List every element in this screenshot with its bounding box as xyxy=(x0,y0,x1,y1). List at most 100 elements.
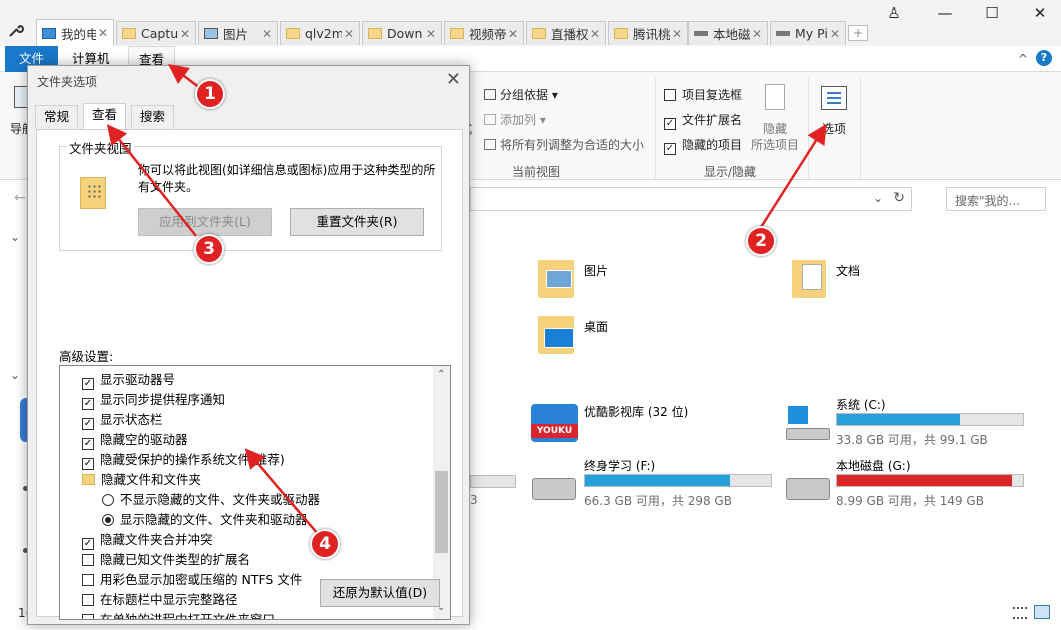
options-button[interactable]: 选项 xyxy=(822,120,846,137)
search-input[interactable]: 搜索"我的... xyxy=(955,192,1020,209)
setting-color-ntfs[interactable]: 用彩色显示加密或压缩的 NTFS 文件 xyxy=(82,570,302,590)
close-icon[interactable]: ✕ xyxy=(342,27,354,41)
scroll-up-icon[interactable]: ⌃ xyxy=(437,369,445,380)
restore-defaults-button[interactable]: 还原为默认值(D) xyxy=(320,579,440,607)
drive-f[interactable]: 终身学习 (F:) xyxy=(584,457,655,474)
help-icon[interactable]: ? xyxy=(1036,50,1052,66)
checkbox[interactable] xyxy=(82,574,94,586)
tab-my-pi[interactable]: My Pi ✕ xyxy=(770,21,846,45)
close-icon[interactable]: ✕ xyxy=(260,27,272,41)
maximize-button[interactable]: ☐ xyxy=(981,4,1003,22)
checkbox-checked[interactable]: ✓ xyxy=(82,418,94,430)
minimize-button[interactable]: — xyxy=(934,4,956,22)
checkbox-checked[interactable]: ✓ xyxy=(82,458,94,470)
options-icon[interactable] xyxy=(821,86,847,110)
checkbox[interactable] xyxy=(82,594,94,606)
hard-drive-icon xyxy=(786,478,830,500)
folder-icon xyxy=(614,28,628,39)
hide-button[interactable]: 隐藏 xyxy=(763,120,787,137)
folder-desktop-icon xyxy=(538,316,574,354)
drive-g[interactable]: 本地磁盘 (G:) xyxy=(836,457,911,474)
chevron-down-icon[interactable]: ⌄ xyxy=(873,191,883,205)
checkbox-checked[interactable]: ✓ xyxy=(664,118,676,130)
tab-general[interactable]: 常规 xyxy=(35,105,79,129)
drive-c-usage-bar xyxy=(836,413,1024,426)
dialog-close-button[interactable]: ✕ xyxy=(446,69,461,90)
tab-search[interactable]: 搜索 xyxy=(131,105,175,129)
folder-pictures[interactable]: 图片 xyxy=(584,262,608,279)
wrench-icon[interactable] xyxy=(8,22,24,38)
chevron-down-icon[interactable]: ⌄ xyxy=(10,230,20,244)
setting-show-status-bar[interactable]: ✓ 显示状态栏 xyxy=(82,410,163,430)
close-icon[interactable]: ✕ xyxy=(828,27,840,41)
close-icon[interactable]: ✕ xyxy=(424,27,436,41)
item-checkbox-toggle[interactable]: 项目复选框 xyxy=(664,86,742,103)
setting-show-hidden[interactable]: 显示隐藏的文件、文件夹和驱动器 xyxy=(102,510,308,530)
setting-hide-known-extensions[interactable]: 隐藏已知文件类型的扩展名 xyxy=(82,550,250,570)
close-icon[interactable]: ✕ xyxy=(750,27,762,41)
apply-to-folders-button[interactable]: 应用到文件夹(L) xyxy=(138,208,272,236)
folder-desktop[interactable]: 桌面 xyxy=(584,318,608,335)
drive-g-usage-bar xyxy=(836,474,1024,487)
fit-columns-button[interactable]: 将所有列调整为合适的大小 xyxy=(484,136,644,153)
tab-local-disk[interactable]: 本地磁 ✕ xyxy=(688,21,768,45)
hidden-items-toggle[interactable]: ✓ 隐藏的项目 xyxy=(664,136,742,155)
tab-images[interactable]: 图片 ✕ xyxy=(198,21,278,45)
group-by-button[interactable]: 分组依据 ▾ xyxy=(484,86,558,103)
checkbox-checked[interactable]: ✓ xyxy=(664,143,676,155)
radio-button[interactable] xyxy=(102,494,114,506)
checkbox[interactable] xyxy=(82,554,94,566)
tab-my-computer[interactable]: 我的电 ✕ xyxy=(36,19,114,46)
chevron-up-icon[interactable]: ^ xyxy=(1018,52,1028,66)
scrollbar-thumb[interactable] xyxy=(435,471,448,553)
setting-hide-merge-conflicts[interactable]: ✓ 隐藏文件夹合并冲突 xyxy=(82,530,213,550)
tab-downloads[interactable]: Down ✕ xyxy=(362,21,442,45)
drive-c[interactable]: 系统 (C:) xyxy=(836,396,886,413)
setting-show-sync-notifications[interactable]: ✓ 显示同步提供程序通知 xyxy=(82,390,225,410)
setting-hide-empty-drives[interactable]: ✓ 隐藏空的驱动器 xyxy=(82,430,188,450)
checkbox-checked[interactable]: ✓ xyxy=(82,378,94,390)
checkbox-checked[interactable]: ✓ xyxy=(82,438,94,450)
checkbox[interactable] xyxy=(82,614,94,619)
setting-show-drive-letters[interactable]: ✓ 显示驱动器号 xyxy=(82,370,175,390)
setting-full-path-title[interactable]: 在标题栏中显示完整路径 xyxy=(82,590,238,610)
address-bar[interactable]: ⌄ ↻ xyxy=(470,187,912,211)
setting-dont-show-hidden[interactable]: 不显示隐藏的文件、文件夹或驱动器 xyxy=(102,490,320,510)
search-box[interactable]: 搜索"我的... xyxy=(946,187,1046,211)
annotation-marker-3: 3 xyxy=(194,234,224,264)
close-icon[interactable]: ✕ xyxy=(670,27,682,41)
file-ext-toggle[interactable]: ✓ 文件扩展名 xyxy=(664,111,742,130)
back-arrow-icon[interactable]: ← xyxy=(14,190,26,206)
checkbox-checked[interactable]: ✓ xyxy=(82,398,94,410)
tab-video[interactable]: 视频帝 ✕ xyxy=(444,21,524,45)
drive-youku[interactable]: 优酷影视库 (32 位) xyxy=(584,403,688,420)
close-icon[interactable]: ✕ xyxy=(178,27,190,41)
selected-items-label: 所选项目 xyxy=(751,138,800,152)
tab-captu[interactable]: Captu ✕ xyxy=(116,21,196,45)
chevron-down-icon[interactable]: ⌄ xyxy=(10,368,20,382)
tab-live[interactable]: 直播权 ✕ xyxy=(526,21,606,45)
folder-documents[interactable]: 文档 xyxy=(836,262,860,279)
details-view-icon[interactable] xyxy=(1013,607,1027,619)
tab-view[interactable]: 查看 xyxy=(83,103,127,131)
setting-hide-protected-os-files[interactable]: ✓ 隐藏受保护的操作系统文件(推荐) xyxy=(82,450,285,470)
setting-separate-process[interactable]: 在单独的进程中打开文件夹窗口 xyxy=(82,610,275,619)
new-tab-button[interactable]: + xyxy=(848,25,868,41)
close-window-button[interactable]: ✕ xyxy=(1029,4,1051,22)
annotation-marker-4: 4 xyxy=(310,529,340,559)
large-icons-view-icon[interactable] xyxy=(1034,605,1050,619)
tab-qlv2m[interactable]: qlv2m ✕ xyxy=(280,21,360,45)
annotation-marker-1: 1 xyxy=(195,79,225,109)
ribbon-divider xyxy=(860,78,861,178)
close-icon[interactable]: ✕ xyxy=(96,26,108,40)
refresh-icon[interactable]: ↻ xyxy=(893,190,905,206)
checkbox[interactable] xyxy=(664,89,676,101)
add-column-button[interactable]: 添加列 ▾ xyxy=(484,111,546,128)
close-icon[interactable]: ✕ xyxy=(588,27,600,41)
radio-button-selected[interactable] xyxy=(102,514,114,526)
checkbox-checked[interactable]: ✓ xyxy=(82,538,94,550)
reset-folders-button[interactable]: 重置文件夹(R) xyxy=(290,208,424,236)
close-icon[interactable]: ✕ xyxy=(506,27,518,41)
user-icon[interactable]: ♙ xyxy=(883,4,905,22)
tab-tencent[interactable]: 腾讯桃 ✕ xyxy=(608,21,688,45)
